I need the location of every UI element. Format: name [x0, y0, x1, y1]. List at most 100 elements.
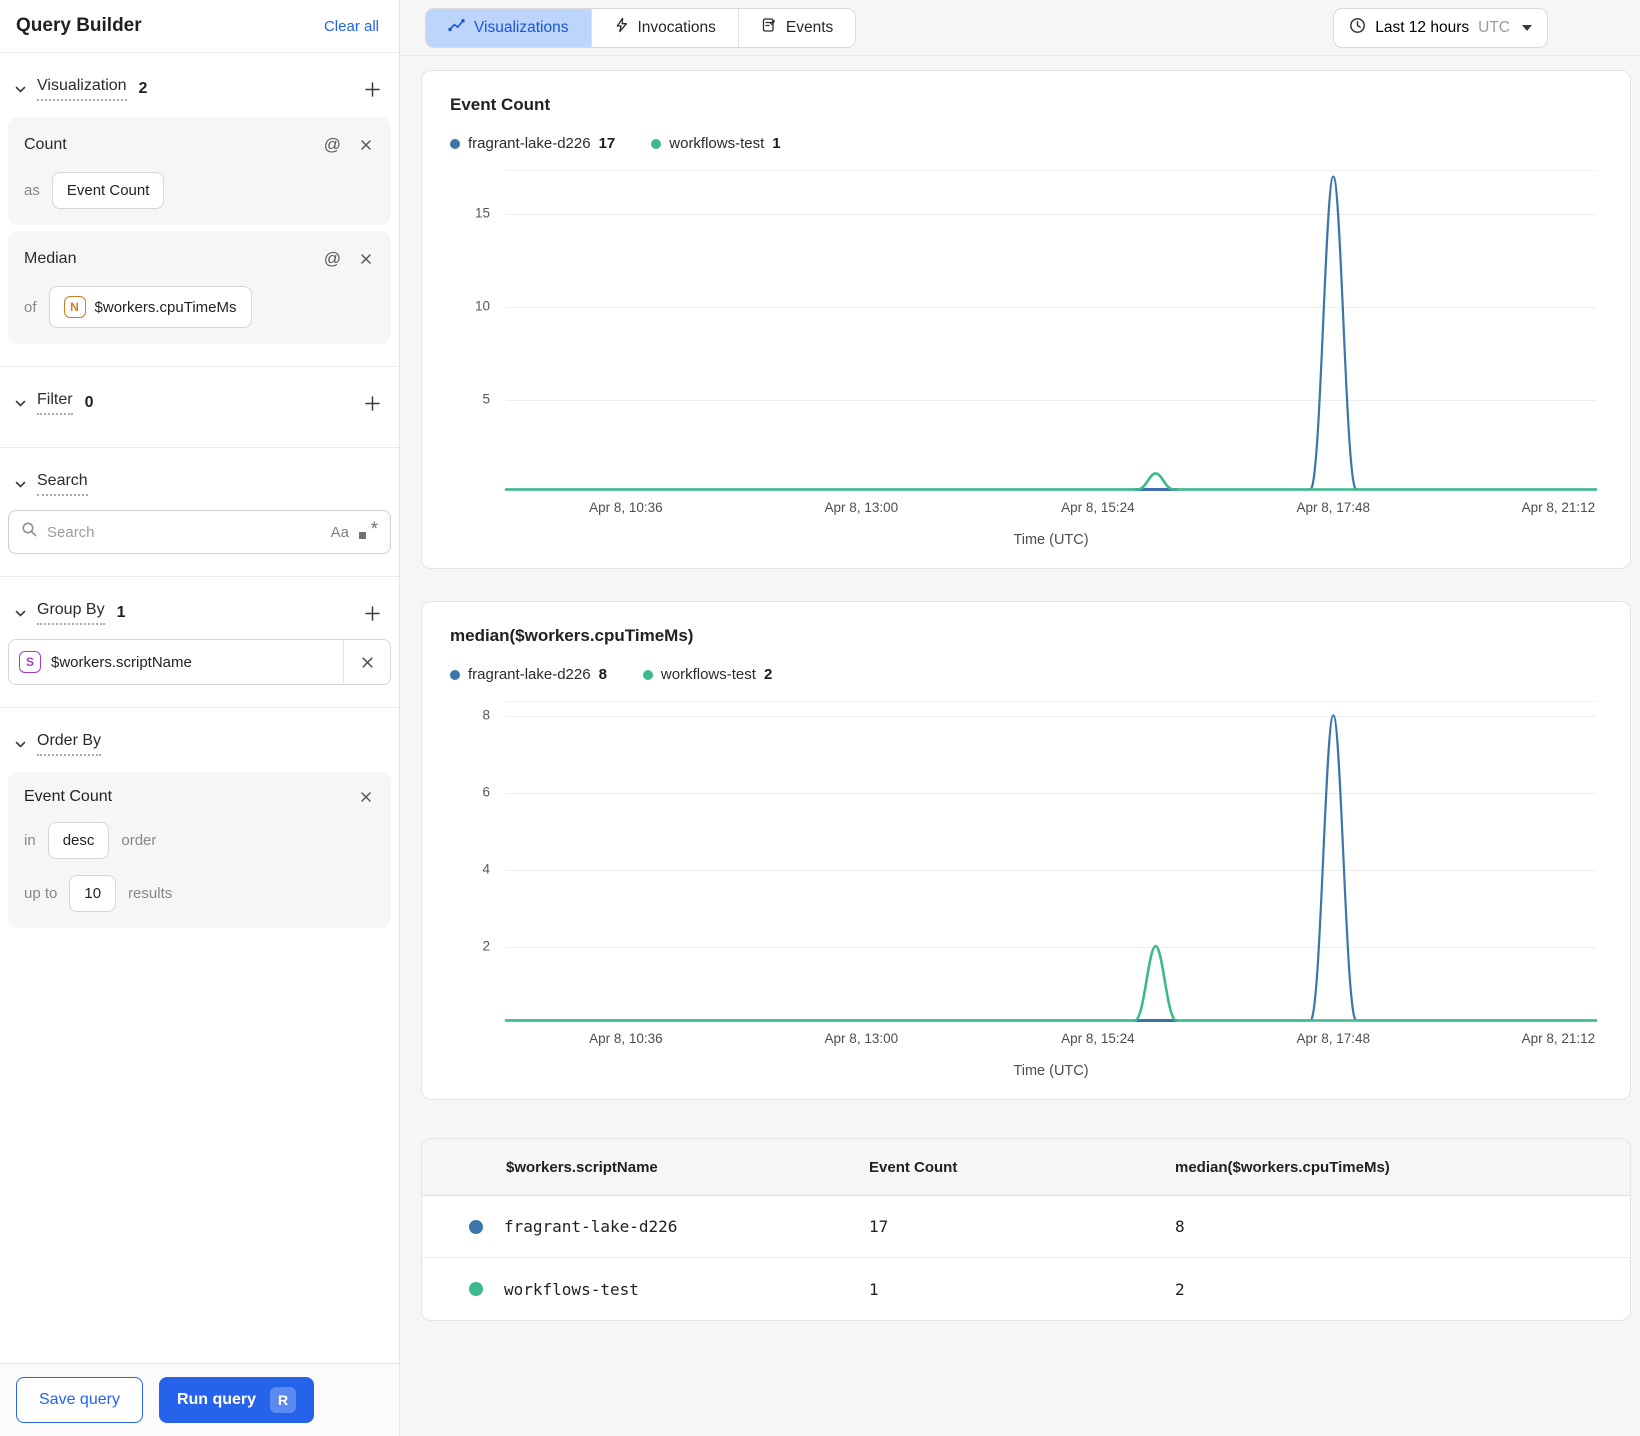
chart-legend: fragrant-lake-d226 17 workflows-test 1 — [450, 135, 1602, 152]
order-by-card: Event Count in desc order up to 10 resul… — [8, 772, 391, 928]
visualization-count: 2 — [138, 80, 148, 97]
match-case-icon[interactable]: Aa — [331, 524, 349, 541]
mention-icon[interactable]: @ — [322, 133, 343, 157]
run-query-button[interactable]: Run query R — [158, 1377, 315, 1423]
chevron-down-icon[interactable] — [14, 83, 27, 96]
tab-label: Visualizations — [474, 18, 569, 36]
search-section-header: Search — [8, 448, 391, 506]
series-dot-blue — [450, 138, 460, 149]
alias-field[interactable]: Event Count — [51, 172, 165, 209]
y-tick-label: 15 — [474, 205, 490, 221]
clock-icon — [1349, 17, 1366, 39]
chart-card-median-cputime: median($workers.cpuTimeMs) fragrant-lake… — [421, 601, 1631, 1100]
sidebar-body: Visualization 2 Count @ as Event Count M… — [0, 53, 399, 1363]
group-by-section-header: Group By 1 — [8, 577, 391, 635]
filter-count: 0 — [84, 394, 94, 411]
legend-value: 2 — [763, 666, 773, 683]
y-tick-label: 2 — [482, 938, 490, 954]
table-row: workflows-test 1 2 — [422, 1258, 1630, 1320]
as-label: as — [24, 182, 40, 199]
timezone-label: UTC — [1478, 18, 1510, 36]
y-tick-label: 5 — [482, 391, 490, 407]
x-tick-label: Apr 8, 17:48 — [1296, 1031, 1371, 1046]
legend-name: workflows-test — [660, 666, 756, 683]
aggregation-name: Count — [24, 136, 67, 153]
chevron-down-icon[interactable] — [14, 607, 27, 620]
y-tick-label: 8 — [482, 707, 490, 722]
query-builder-panel: Query Builder Clear all Visualization 2 … — [0, 0, 400, 1436]
x-tick-label: Apr 8, 10:36 — [589, 500, 663, 515]
legend-value: 17 — [598, 135, 616, 152]
plot-area: 5 10 15 Apr 8, 10:36 Apr 8, 13:00 Apr 8, 15:… — [450, 170, 1602, 552]
field-selector[interactable]: N $workers.cpuTimeMs — [48, 286, 252, 328]
main-area: Visualizations Invocations Events Last 1… — [401, 0, 1640, 1436]
field-name: $workers.cpuTimeMs — [94, 298, 237, 316]
legend-item[interactable]: fragrant-lake-d226 8 — [450, 666, 607, 683]
chevron-down-icon[interactable] — [14, 738, 27, 751]
series-dot-green — [469, 1282, 483, 1296]
add-group-by-button[interactable] — [362, 603, 383, 624]
group-by-item[interactable]: S $workers.scriptName — [8, 639, 391, 685]
order-label: order — [121, 832, 157, 849]
plot-area: 2 4 6 8 Apr 8, 10:36 Apr 8, 13:00 Apr 8, 15:2… — [450, 701, 1602, 1083]
y-axis-labels: 5 10 15 — [450, 170, 500, 492]
limit-input[interactable]: 10 — [69, 875, 117, 912]
script-name-cell: fragrant-lake-d226 — [504, 1217, 678, 1236]
lightning-bolt-icon — [614, 17, 629, 38]
legend-name: workflows-test — [669, 135, 765, 152]
search-input[interactable] — [47, 523, 322, 541]
series-dot-blue — [450, 669, 460, 680]
view-tabs: Visualizations Invocations Events — [425, 7, 857, 48]
visualization-section-label: Visualization — [37, 77, 127, 101]
event-count-cell: 1 — [869, 1279, 879, 1299]
legend-item[interactable]: fragrant-lake-d226 17 — [450, 135, 615, 152]
aggregation-name: Median — [24, 250, 77, 267]
group-by-count: 1 — [116, 604, 126, 621]
add-filter-button[interactable] — [362, 393, 383, 414]
x-tick-label: Apr 8, 10:36 — [589, 1031, 663, 1046]
topbar: Visualizations Invocations Events Last 1… — [401, 0, 1640, 56]
close-icon[interactable] — [357, 250, 375, 268]
plot-canvas[interactable] — [506, 170, 1596, 492]
event-count-cell: 17 — [869, 1217, 889, 1236]
line-chart-icon — [448, 17, 465, 38]
legend-item[interactable]: workflows-test 2 — [642, 666, 773, 683]
close-icon[interactable] — [357, 788, 375, 806]
y-tick-label: 6 — [482, 784, 490, 800]
mention-icon[interactable]: @ — [322, 247, 343, 271]
legend-item[interactable]: workflows-test 1 — [651, 135, 781, 152]
clear-all-link[interactable]: Clear all — [324, 18, 379, 35]
direction-selector[interactable]: desc — [47, 822, 110, 859]
chart-title: Event Count — [450, 95, 551, 114]
order-by-section-label: Order By — [37, 732, 102, 756]
time-range-selector[interactable]: Last 12 hours UTC — [1333, 7, 1548, 48]
caret-down-icon — [1522, 24, 1532, 31]
script-name-cell: workflows-test — [504, 1279, 639, 1299]
legend-name: fragrant-lake-d226 — [468, 135, 591, 152]
tab-label: Events — [785, 18, 834, 36]
sidebar-footer: Save query Run query R — [0, 1363, 399, 1436]
regex-icon[interactable]: * — [358, 519, 378, 541]
event-note-icon — [761, 17, 777, 38]
tab-invocations[interactable]: Invocations — [591, 8, 739, 47]
panel-title: Query Builder — [16, 15, 142, 36]
close-icon[interactable] — [357, 136, 375, 154]
remove-group-by-button[interactable] — [344, 640, 390, 684]
column-header: Event Count — [869, 1158, 958, 1176]
chart-legend: fragrant-lake-d226 8 workflows-test 2 — [450, 666, 1602, 683]
series-dot-green — [642, 669, 653, 680]
filter-section-header: Filter 0 — [8, 367, 391, 425]
plot-canvas[interactable] — [506, 701, 1596, 1023]
legend-value: 1 — [772, 135, 781, 152]
visualization-section-header: Visualization 2 — [8, 53, 391, 111]
tab-visualizations[interactable]: Visualizations — [426, 8, 592, 47]
save-query-button[interactable]: Save query — [16, 1377, 143, 1423]
chevron-down-icon[interactable] — [14, 397, 27, 410]
chevron-down-icon[interactable] — [14, 478, 27, 491]
x-tick-label: Apr 8, 15:24 — [1061, 1031, 1135, 1046]
up-to-label: up to — [24, 885, 58, 902]
add-visualization-button[interactable] — [362, 79, 383, 100]
tab-events[interactable]: Events — [738, 8, 856, 47]
x-axis-title: Time (UTC) — [1013, 1063, 1089, 1079]
series-dot-green — [651, 138, 662, 149]
